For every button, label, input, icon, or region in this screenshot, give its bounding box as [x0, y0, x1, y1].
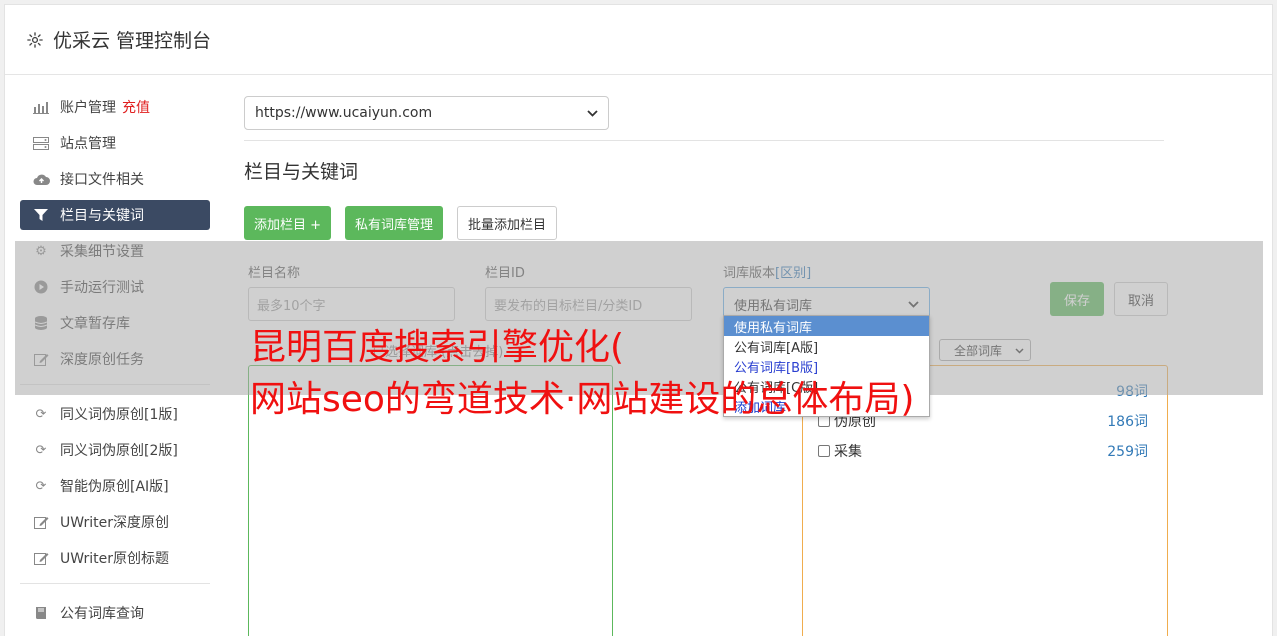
sidebar-item-label: UWriter原创标题	[60, 551, 169, 567]
lib-filter-value: 全部词库	[954, 343, 1003, 358]
sidebar-divider	[20, 384, 210, 385]
lib-count: 98词	[1116, 384, 1148, 400]
sidebar-item-label: 采集细节设置	[60, 244, 144, 260]
gear-icon	[25, 30, 45, 50]
sidebar-item-label: 站点管理	[60, 136, 116, 152]
top-bar: 优采云 管理控制台	[5, 5, 1272, 75]
headline-line-1: 昆明百度搜索引擎优化(	[250, 327, 625, 368]
lib-name: 采集	[818, 441, 862, 461]
sidebar-item-synonym-v2[interactable]: ⟳ 同义词伪原创[2版]	[20, 435, 210, 465]
page-title: 优采云 管理控制台	[53, 30, 212, 52]
site-select[interactable]: https://www.ucaiyun.com	[244, 96, 609, 130]
edit-icon	[32, 515, 50, 529]
lib-name-text: 采集	[834, 444, 862, 460]
divider	[244, 140, 1164, 141]
sidebar-item-label: 手动运行测试	[60, 280, 144, 296]
sidebar-item-label: 同义词伪原创[2版]	[60, 443, 178, 459]
play-icon	[32, 280, 50, 294]
chevron-down-icon	[587, 105, 598, 121]
chevron-down-icon	[1015, 343, 1024, 357]
column-id-label: 栏目ID	[485, 266, 525, 281]
database-icon	[32, 316, 50, 330]
sidebar-item-columns[interactable]: 栏目与关键词	[20, 200, 210, 230]
sidebar-item-ai-rewrite[interactable]: ⟳ 智能伪原创[AI版]	[20, 471, 210, 501]
server-icon	[32, 136, 50, 150]
column-name-label: 栏目名称	[248, 266, 301, 281]
sidebar-item-label: 同义词伪原创[1版]	[60, 407, 178, 423]
filter-icon	[32, 208, 50, 222]
lib-row[interactable]: 采集 259词	[818, 441, 1148, 461]
chevron-down-icon	[908, 297, 919, 312]
sidebar-item-label: 接口文件相关	[60, 172, 144, 188]
bar-chart-icon	[32, 100, 50, 114]
headline-overlay: 昆明百度搜索引擎优化( 网站seo的弯道技术·网站建设的总体布局)	[250, 322, 914, 426]
sidebar-item-label: 智能伪原创[AI版]	[60, 479, 169, 495]
column-id-input[interactable]: 要发布的目标栏目/分类ID	[485, 287, 692, 321]
cogs-icon: ⚙	[35, 243, 47, 259]
lib-diff-link[interactable]: [区别]	[775, 266, 811, 281]
lib-filter-select[interactable]: 全部词库	[939, 339, 1031, 361]
lib-count: 186词	[1107, 414, 1148, 430]
sidebar-item-public-lib[interactable]: 公有词库查询	[20, 598, 210, 628]
lib-count: 259词	[1107, 444, 1148, 460]
sidebar-item-account[interactable]: 账户管理 充值	[20, 92, 210, 122]
sidebar-item-uwriter-deep[interactable]: UWriter深度原创	[20, 507, 210, 537]
add-column-button[interactable]: 添加栏目 +	[244, 206, 332, 240]
sidebar-item-article-store[interactable]: 文章暂存库	[20, 308, 210, 338]
sidebar-item-interface[interactable]: 接口文件相关	[20, 164, 210, 194]
headline-line-2: 网站seo的弯道技术·网站建设的总体布局)	[250, 379, 915, 420]
sidebar-item-collect[interactable]: ⚙ 采集细节设置	[20, 236, 210, 266]
column-name-field: 栏目名称 最多10个字	[248, 262, 455, 321]
recharge-link[interactable]: 充值	[122, 97, 150, 117]
sidebar-item-label: 深度原创任务	[60, 352, 144, 368]
book-icon	[32, 606, 50, 620]
sidebar-item-label: 栏目与关键词	[60, 208, 144, 224]
sidebar-item-label: UWriter深度原创	[60, 515, 169, 531]
sidebar-item-sites[interactable]: 站点管理	[20, 128, 210, 158]
lib-checkbox[interactable]	[818, 445, 830, 457]
action-buttons: 添加栏目 + 私有词库管理 批量添加栏目	[244, 206, 1164, 240]
refresh-icon: ⟳	[35, 442, 47, 458]
lib-version-value: 使用私有词库	[734, 298, 813, 314]
save-button[interactable]: 保存	[1050, 282, 1104, 316]
sidebar-item-label: 账户管理	[60, 100, 116, 116]
sidebar-item-synonym-v1[interactable]: ⟳ 同义词伪原创[1版]	[20, 399, 210, 429]
lib-version-label-text: 词库版本	[723, 266, 776, 281]
edit-icon	[32, 352, 50, 366]
column-id-field: 栏目ID 要发布的目标栏目/分类ID	[485, 262, 692, 321]
sidebar-item-uwriter-title[interactable]: UWriter原创标题	[20, 543, 210, 573]
section-title: 栏目与关键词	[244, 161, 359, 183]
column-form: 栏目名称 最多10个字 栏目ID 要发布的目标栏目/分类ID 词库版本[区别] …	[248, 262, 1178, 322]
cancel-button[interactable]: 取消	[1114, 282, 1168, 316]
lib-version-label: 词库版本[区别]	[723, 262, 930, 281]
sidebar-divider	[20, 583, 210, 584]
cloud-upload-icon	[32, 172, 50, 186]
sidebar: 账户管理 充值 站点管理 接口文件相关 栏目与关键词 ⚙ 采集细节设置 手动运行…	[20, 92, 210, 634]
sidebar-item-label: 公有词库查询	[60, 606, 144, 622]
sidebar-item-label: 文章暂存库	[60, 316, 130, 332]
main-content: https://www.ucaiyun.com 栏目与关键词 添加栏目 + 私有…	[244, 96, 1164, 240]
refresh-icon: ⟳	[35, 406, 47, 422]
site-select-value: https://www.ucaiyun.com	[255, 105, 433, 121]
edit-icon	[32, 551, 50, 565]
lib-version-field: 词库版本[区别] 使用私有词库	[723, 262, 930, 321]
sidebar-item-deep-original[interactable]: 深度原创任务	[20, 344, 210, 374]
private-lib-button[interactable]: 私有词库管理	[345, 206, 444, 240]
column-name-input[interactable]: 最多10个字	[248, 287, 455, 321]
batch-add-button[interactable]: 批量添加栏目	[457, 206, 558, 240]
sidebar-item-run-test[interactable]: 手动运行测试	[20, 272, 210, 302]
refresh-icon: ⟳	[35, 478, 47, 494]
